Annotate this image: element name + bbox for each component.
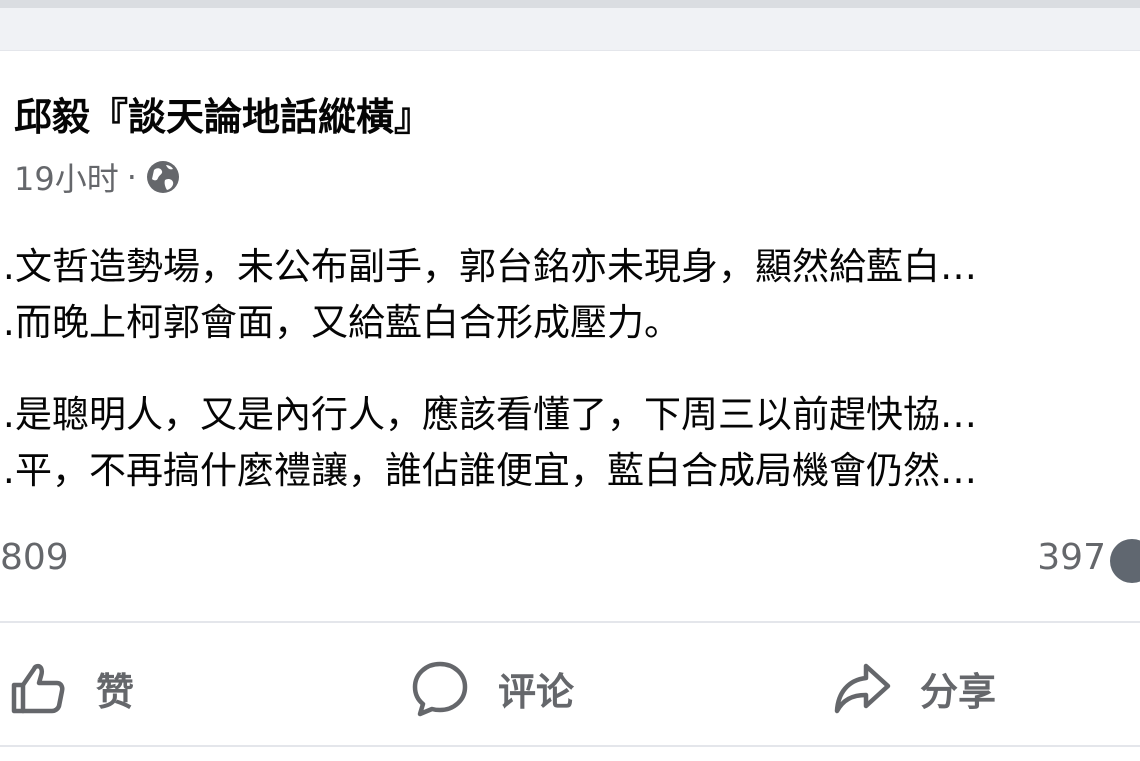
comment-label: 评论 [498,669,575,714]
thumbs-up-icon [11,663,65,714]
divider-bottom [0,745,1140,747]
like-button[interactable]: 赞 [8,633,134,743]
post-card: 邱毅『談天論地話縱橫』 19小时 · …文哲造勢場，未公布副手，郭台銘亦未現身，… [0,50,1140,761]
post-body: …文哲造勢場，未公布副手，郭台銘亦未現身，顯然給藍白… …而晚上柯郭會面，又給藍… [0,239,1140,535]
share-button[interactable]: 分享 [832,633,996,743]
post-timestamp[interactable]: 19小时 [14,154,119,200]
globe-icon[interactable] [145,159,181,195]
shares-icon[interactable] [1110,539,1140,583]
reactions-count[interactable]: 809 [0,537,69,578]
comment-button[interactable]: 评论 [410,633,574,743]
comment-bubble-icon [412,661,468,717]
post-line: …是聰明人，又是內行人，應該看懂了，下周三以前趕快協… [0,393,977,436]
post-line: …文哲造勢場，未公布副手，郭台銘亦未現身，顯然給藍白… [0,245,977,288]
like-label: 赞 [96,669,135,714]
share-arrow-icon [834,663,891,714]
divider-top [0,621,1140,623]
post-actions: 赞 评论 分享 [0,633,1140,743]
share-label: 分享 [920,669,997,714]
post-line: …平，不再搞什麼禮讓，誰佔誰便宜，藍白合成局機會仍然… [0,449,977,492]
post-paragraph-1: …文哲造勢場，未公布副手，郭台銘亦未現身，顯然給藍白… …而晚上柯郭會面，又給藍… [0,239,1140,351]
comments-count[interactable]: 397 [1037,537,1106,578]
post-author-name[interactable]: 邱毅『談天論地話縱橫』 [14,93,432,141]
post-line: …而晚上柯郭會面，又給藍白合形成壓力。 [0,301,681,344]
post-paragraph-2: …是聰明人，又是內行人，應該看懂了，下周三以前趕快協… …平，不再搞什麼禮讓，誰… [0,387,1140,499]
top-strip [0,0,1140,8]
post-meta: 19小时 · [14,155,181,199]
meta-separator: · [126,158,137,196]
